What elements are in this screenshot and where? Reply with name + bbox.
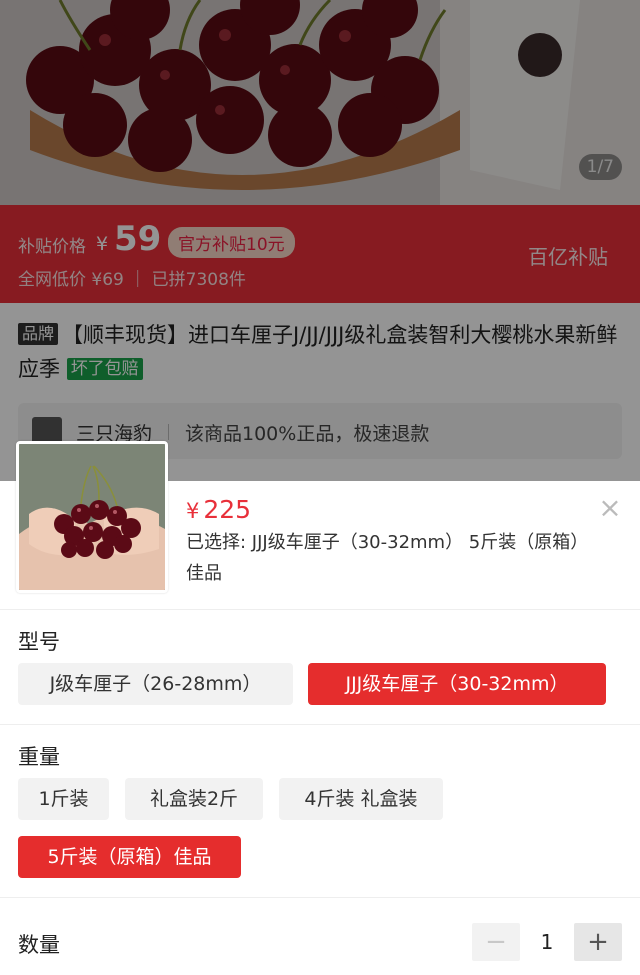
price-value: 225 [203,495,252,524]
quantity-decrement-button[interactable]: − [472,923,520,961]
divider [0,724,640,725]
divider [0,609,640,610]
weight-option-giftbox-2jin[interactable]: 礼盒装2斤 [125,778,263,820]
weight-label: 重量 [18,745,60,769]
weight-option-5jin-original-box[interactable]: 5斤装（原箱）佳品 [18,836,241,878]
model-option-j[interactable]: J级车厘子（26-28mm） [18,663,293,705]
weight-option-1jin[interactable]: 1斤装 [18,778,109,820]
selected-sku-price: ¥225 [186,495,251,524]
selected-sku-description: 已选择: JJJ级车厘子（30-32mm） 5斤装（原箱）佳品 [186,532,589,584]
modal-backdrop[interactable] [0,0,640,481]
divider [0,897,640,898]
sku-thumbnail [16,441,168,593]
weight-option-4jin-giftbox[interactable]: 4斤装 礼盒装 [279,778,443,820]
quantity-label: 数量 [18,933,60,957]
model-label: 型号 [18,630,60,654]
currency-symbol: ¥ [186,499,200,523]
cherries-in-hands-image [19,444,165,590]
close-icon[interactable]: × [598,494,622,522]
model-option-jjj[interactable]: JJJ级车厘子（30-32mm） [308,663,606,705]
quantity-value[interactable]: 1 [520,923,574,961]
quantity-increment-button[interactable]: + [574,923,622,961]
